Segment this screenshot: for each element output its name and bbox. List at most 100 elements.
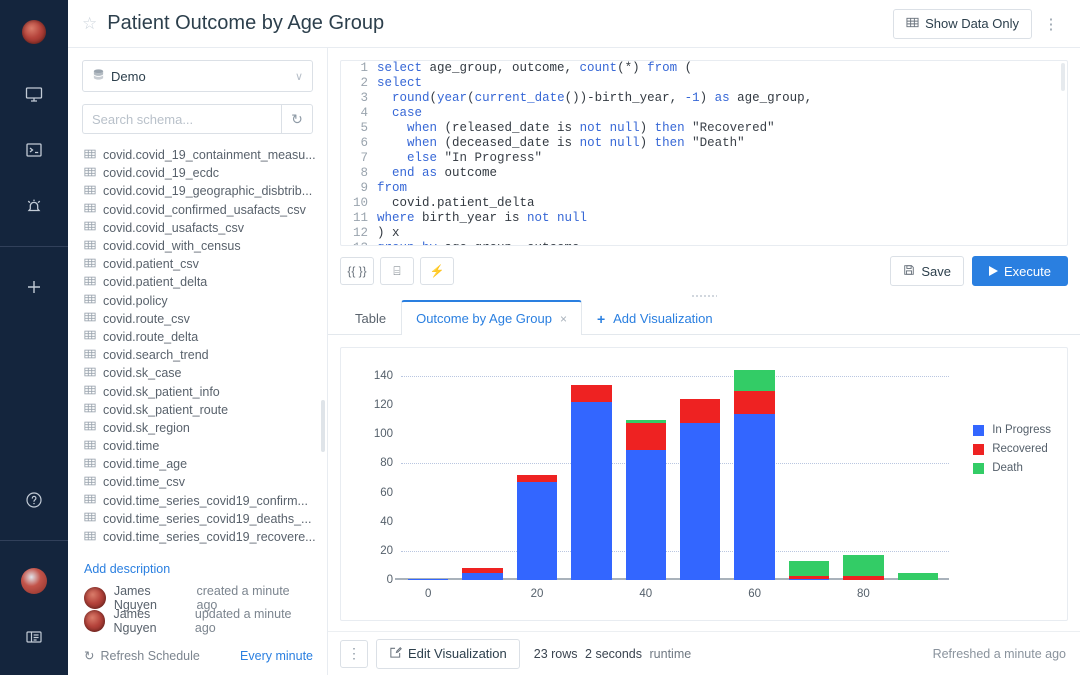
bar-segment[interactable] <box>626 450 666 580</box>
bar-stack[interactable] <box>734 370 774 580</box>
bar-segment[interactable] <box>408 579 448 580</box>
bar-segment[interactable] <box>626 423 666 451</box>
code-line[interactable]: 7 else "In Progress" <box>341 151 1067 166</box>
schema-table-item[interactable]: covid.time_series_covid19_recovere... <box>68 528 327 546</box>
sidebar-item-help[interactable] <box>12 478 56 522</box>
schema-scrollbar[interactable] <box>321 400 325 452</box>
datasource-select[interactable]: Demo ∨ <box>82 60 313 92</box>
show-data-only-button[interactable]: Show Data Only <box>893 9 1032 39</box>
schema-table-item[interactable]: covid.time_age <box>68 455 327 473</box>
add-description-link[interactable]: Add description <box>68 550 327 576</box>
sidebar-item-alerts[interactable] <box>12 184 56 228</box>
sidebar-item-queries[interactable] <box>12 128 56 172</box>
code-line[interactable]: 10 covid.patient_delta <box>341 196 1067 211</box>
resize-handle[interactable] <box>328 286 1080 300</box>
save-button[interactable]: Save <box>890 256 964 286</box>
legend-item[interactable]: In Progress <box>973 422 1051 438</box>
add-visualization-tab[interactable]: +Add Visualization <box>582 301 728 335</box>
bar-stack[interactable] <box>462 568 502 580</box>
bar-stack[interactable] <box>680 399 720 580</box>
schema-table-item[interactable]: covid.time_series_covid19_deaths_... <box>68 510 327 528</box>
header-kebab-menu[interactable]: ⋮ <box>1038 9 1064 39</box>
schema-table-item[interactable]: covid.patient_delta <box>68 273 327 291</box>
editor-scrollbar[interactable] <box>1061 63 1065 91</box>
tab-table[interactable]: Table <box>340 301 401 335</box>
schema-table-item[interactable]: covid.covid_19_ecdc <box>68 164 327 182</box>
code-line[interactable]: 3 round(year(current_date())-birth_year,… <box>341 91 1067 106</box>
schema-table-label: covid.route_delta <box>103 330 198 344</box>
bar-segment[interactable] <box>789 561 829 576</box>
bar-segment[interactable] <box>571 385 611 402</box>
schema-table-item[interactable]: covid.sk_patient_info <box>68 382 327 400</box>
schema-table-item[interactable]: covid.covid_confirmed_usafacts_csv <box>68 201 327 219</box>
refresh-schedule-value[interactable]: Every minute <box>240 649 313 663</box>
code-line[interactable]: 12) x <box>341 226 1067 241</box>
tab-outcome-by-age-group[interactable]: Outcome by Age Group× <box>401 300 582 335</box>
execute-button[interactable]: Execute <box>972 256 1068 286</box>
bar-stack[interactable] <box>898 573 938 580</box>
schema-table-item[interactable]: covid.sk_patient_route <box>68 401 327 419</box>
code-line[interactable]: 2select <box>341 76 1067 91</box>
app-logo[interactable] <box>22 20 46 44</box>
bar-segment[interactable] <box>680 423 720 580</box>
format-query-button[interactable]: ⌸ <box>380 257 414 285</box>
bar-stack[interactable] <box>408 579 448 580</box>
schema-table-item[interactable]: covid.time_csv <box>68 473 327 491</box>
code-line[interactable]: 4 case <box>341 106 1067 121</box>
favorite-star-icon[interactable]: ☆ <box>82 15 97 32</box>
code-line[interactable]: 1select age_group, outcome, count(*) fro… <box>341 61 1067 76</box>
autocomplete-button[interactable]: ⚡ <box>420 257 454 285</box>
sidebar-item-create[interactable] <box>12 265 56 309</box>
schema-table-item[interactable]: covid.time <box>68 437 327 455</box>
schema-table-label: covid.covid_confirmed_usafacts_csv <box>103 203 306 217</box>
code-line[interactable]: 8 end as outcome <box>341 166 1067 181</box>
edit-visualization-button[interactable]: Edit Visualization <box>376 639 520 669</box>
bar-segment[interactable] <box>734 370 774 390</box>
schema-table-item[interactable]: covid.time_series_covid19_confirm... <box>68 492 327 510</box>
bar-segment[interactable] <box>789 579 829 580</box>
refresh-schema-button[interactable]: ↻ <box>281 104 313 134</box>
code-line[interactable]: 5 when (released_date is not null) then … <box>341 121 1067 136</box>
schema-table-item[interactable]: covid.covid_19_geographic_disbtrib... <box>68 182 327 200</box>
bar-segment[interactable] <box>843 555 883 575</box>
schema-table-item[interactable]: covid.covid_19_containment_measu... <box>68 146 327 164</box>
code-line[interactable]: 9from <box>341 181 1067 196</box>
code-line[interactable]: 13group by age_group, outcome <box>341 241 1067 246</box>
schema-table-item[interactable]: covid.sk_region <box>68 419 327 437</box>
schema-table-item[interactable]: covid.covid_usafacts_csv <box>68 219 327 237</box>
format-parameters-button[interactable]: {{ }} <box>340 257 374 285</box>
bar-stack[interactable] <box>571 385 611 580</box>
schema-table-item[interactable]: covid.sk_case <box>68 364 327 382</box>
schema-table-item[interactable]: covid.route_csv <box>68 310 327 328</box>
bar-segment[interactable] <box>734 414 774 580</box>
bar-segment[interactable] <box>517 482 557 580</box>
code-line[interactable]: 6 when (deceased_date is not null) then … <box>341 136 1067 151</box>
schema-table-item[interactable]: covid.patient_csv <box>68 255 327 273</box>
sidebar-item-dashboards[interactable] <box>12 72 56 116</box>
sidebar-item-admin[interactable] <box>12 615 56 659</box>
bar-segment[interactable] <box>462 573 502 580</box>
schema-table-item[interactable]: covid.route_delta <box>68 328 327 346</box>
sql-editor[interactable]: 1select age_group, outcome, count(*) fro… <box>340 60 1068 246</box>
bar-segment[interactable] <box>680 399 720 422</box>
bar-stack[interactable] <box>517 475 557 580</box>
footer-kebab-menu[interactable]: ⋮ <box>340 640 368 668</box>
sidebar-item-profile[interactable] <box>12 559 56 603</box>
schema-table-item[interactable]: covid.covid_with_census <box>68 237 327 255</box>
legend-item[interactable]: Death <box>973 460 1051 476</box>
bar-segment[interactable] <box>843 576 883 580</box>
schema-table-item[interactable]: covid.search_trend <box>68 346 327 364</box>
schema-table-list[interactable]: covid.covid_19_containment_measu...covid… <box>68 142 327 550</box>
bar-stack[interactable] <box>789 561 829 580</box>
close-icon[interactable]: × <box>560 312 567 326</box>
bar-segment[interactable] <box>517 475 557 482</box>
legend-item[interactable]: Recovered <box>973 441 1051 457</box>
bar-stack[interactable] <box>843 555 883 580</box>
bar-segment[interactable] <box>898 573 938 580</box>
code-line[interactable]: 11where birth_year is not null <box>341 211 1067 226</box>
schema-table-item[interactable]: covid.policy <box>68 292 327 310</box>
bar-segment[interactable] <box>734 391 774 414</box>
bar-segment[interactable] <box>571 402 611 580</box>
bar-stack[interactable] <box>626 420 666 580</box>
search-input[interactable] <box>82 104 281 134</box>
